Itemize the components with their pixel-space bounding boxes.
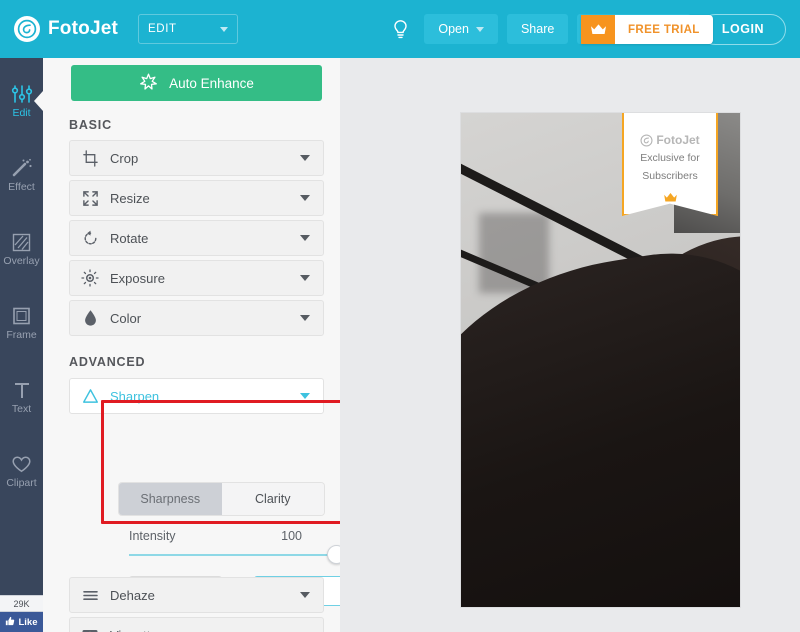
chevron-down-icon bbox=[300, 592, 310, 598]
watermark-brand-label: FotoJet bbox=[656, 133, 699, 147]
panel-row-sharpen[interactable]: Sharpen bbox=[69, 378, 324, 414]
mode-select-label: EDIT bbox=[148, 23, 177, 35]
sidebar-item-label: Edit bbox=[12, 108, 30, 119]
chevron-down-icon bbox=[220, 27, 228, 32]
chevron-down-icon bbox=[300, 235, 310, 241]
active-indicator-icon bbox=[34, 91, 43, 111]
panel-row-vignette[interactable]: Vignette bbox=[69, 617, 324, 632]
free-trial-label: FREE TRIAL bbox=[615, 15, 713, 44]
panel-row-label: Exposure bbox=[110, 271, 300, 286]
sidebar-item-label: Frame bbox=[6, 330, 36, 341]
app-header: FotoJet EDIT Open Share Downl bbox=[0, 0, 800, 58]
brightness-icon bbox=[70, 269, 110, 287]
panel-row-label: Rotate bbox=[110, 231, 300, 246]
brand-name: FotoJet bbox=[48, 18, 118, 40]
left-sidebar: Edit Effect bbox=[0, 58, 43, 632]
panel-row-exposure[interactable]: Exposure bbox=[69, 260, 324, 296]
rotate-icon bbox=[70, 230, 110, 247]
basic-section-heading: BASIC bbox=[69, 118, 112, 132]
share-button-label: Share bbox=[521, 22, 554, 36]
sidebar-item-label: Clipart bbox=[6, 478, 36, 489]
sidebar-item-text[interactable]: Text bbox=[0, 360, 43, 434]
facebook-like-widget: 29K Like bbox=[0, 595, 43, 632]
intensity-slider-track[interactable] bbox=[129, 554, 341, 556]
login-button-label: LOGIN bbox=[722, 22, 764, 36]
facebook-like-count: 29K bbox=[0, 595, 43, 612]
text-t-icon bbox=[12, 379, 32, 401]
panel-row-label: Color bbox=[110, 311, 300, 326]
magic-wand-icon bbox=[11, 157, 33, 179]
sidebar-item-effect[interactable]: Effect bbox=[0, 138, 43, 212]
share-button[interactable]: Share bbox=[507, 14, 568, 44]
chevron-down-icon bbox=[300, 195, 310, 201]
sidebar-item-label: Effect bbox=[8, 182, 35, 193]
panel-row-label: Sharpen bbox=[110, 389, 300, 404]
brand: FotoJet bbox=[14, 16, 118, 42]
canvas-area: FotoJet Exclusive for Subscribers bbox=[340, 58, 800, 632]
fotojet-editor-window: FotoJet EDIT Open Share Downl bbox=[0, 0, 800, 632]
watermark-ribbon: FotoJet Exclusive for Subscribers bbox=[622, 113, 718, 216]
sliders-icon bbox=[11, 83, 33, 105]
crown-icon bbox=[581, 15, 615, 44]
sparkle-icon bbox=[139, 73, 158, 94]
panel-row-label: Dehaze bbox=[110, 588, 300, 603]
mode-select[interactable]: EDIT bbox=[138, 14, 238, 44]
panel-row-label: Vignette bbox=[110, 628, 300, 632]
watermark-brand: FotoJet bbox=[640, 133, 699, 147]
auto-enhance-button[interactable]: Auto Enhance bbox=[71, 65, 322, 101]
watermark-line-2: Subscribers bbox=[642, 170, 697, 183]
tab-sharpness[interactable]: Sharpness bbox=[119, 483, 222, 515]
sidebar-item-label: Text bbox=[12, 404, 31, 415]
facebook-like-button[interactable]: Like bbox=[0, 612, 43, 632]
panel-row-label: Crop bbox=[110, 151, 300, 166]
panel-row-crop[interactable]: Crop bbox=[69, 140, 324, 176]
chevron-down-icon bbox=[300, 275, 310, 281]
sharpen-mode-tabs: Sharpness Clarity bbox=[119, 483, 324, 515]
edit-panel: Auto Enhance BASIC Crop bbox=[43, 58, 340, 632]
tab-label: Clarity bbox=[255, 492, 290, 506]
tab-clarity[interactable]: Clarity bbox=[222, 483, 325, 515]
free-trial-badge[interactable]: FREE TRIAL bbox=[581, 15, 713, 44]
sidebar-item-label: Overlay bbox=[3, 256, 39, 267]
lightbulb-icon[interactable] bbox=[385, 14, 415, 44]
thumbs-up-icon bbox=[5, 616, 15, 629]
panel-row-rotate[interactable]: Rotate bbox=[69, 220, 324, 256]
intensity-value: 100 bbox=[281, 529, 302, 543]
resize-icon bbox=[70, 190, 110, 207]
heart-icon bbox=[11, 453, 32, 475]
droplet-icon bbox=[70, 309, 110, 327]
sidebar-item-clipart[interactable]: Clipart bbox=[0, 434, 43, 508]
triangle-icon bbox=[70, 388, 110, 404]
panel-row-label: Resize bbox=[110, 191, 300, 206]
watermark-line-1: Exclusive for bbox=[640, 152, 700, 165]
sidebar-item-edit[interactable]: Edit bbox=[0, 64, 43, 138]
intensity-label: Intensity bbox=[129, 529, 176, 543]
photo-preview[interactable]: FotoJet Exclusive for Subscribers bbox=[461, 113, 740, 607]
chevron-down-icon bbox=[300, 155, 310, 161]
login-button[interactable]: LOGIN bbox=[700, 14, 786, 45]
panel-row-dehaze[interactable]: Dehaze bbox=[69, 577, 324, 613]
chevron-down-icon bbox=[300, 315, 310, 321]
panel-row-resize[interactable]: Resize bbox=[69, 180, 324, 216]
open-button-label: Open bbox=[438, 22, 469, 36]
sidebar-item-frame[interactable]: Frame bbox=[0, 286, 43, 360]
photo-detail-shadow bbox=[479, 213, 549, 293]
vignette-icon bbox=[70, 628, 110, 632]
frame-icon bbox=[11, 305, 32, 327]
auto-enhance-label: Auto Enhance bbox=[169, 76, 254, 91]
facebook-like-label: Like bbox=[18, 617, 37, 628]
tab-label: Sharpness bbox=[140, 492, 200, 506]
panel-row-color[interactable]: Color bbox=[69, 300, 324, 336]
open-button[interactable]: Open bbox=[424, 14, 498, 44]
chevron-down-icon bbox=[476, 27, 484, 32]
fotojet-logo-icon bbox=[14, 16, 40, 42]
sidebar-item-overlay[interactable]: Overlay bbox=[0, 212, 43, 286]
hatch-square-icon bbox=[11, 231, 32, 253]
chevron-down-icon bbox=[300, 393, 310, 399]
crop-icon bbox=[70, 150, 110, 167]
lines-icon bbox=[70, 589, 110, 602]
advanced-section-heading: ADVANCED bbox=[69, 355, 145, 369]
